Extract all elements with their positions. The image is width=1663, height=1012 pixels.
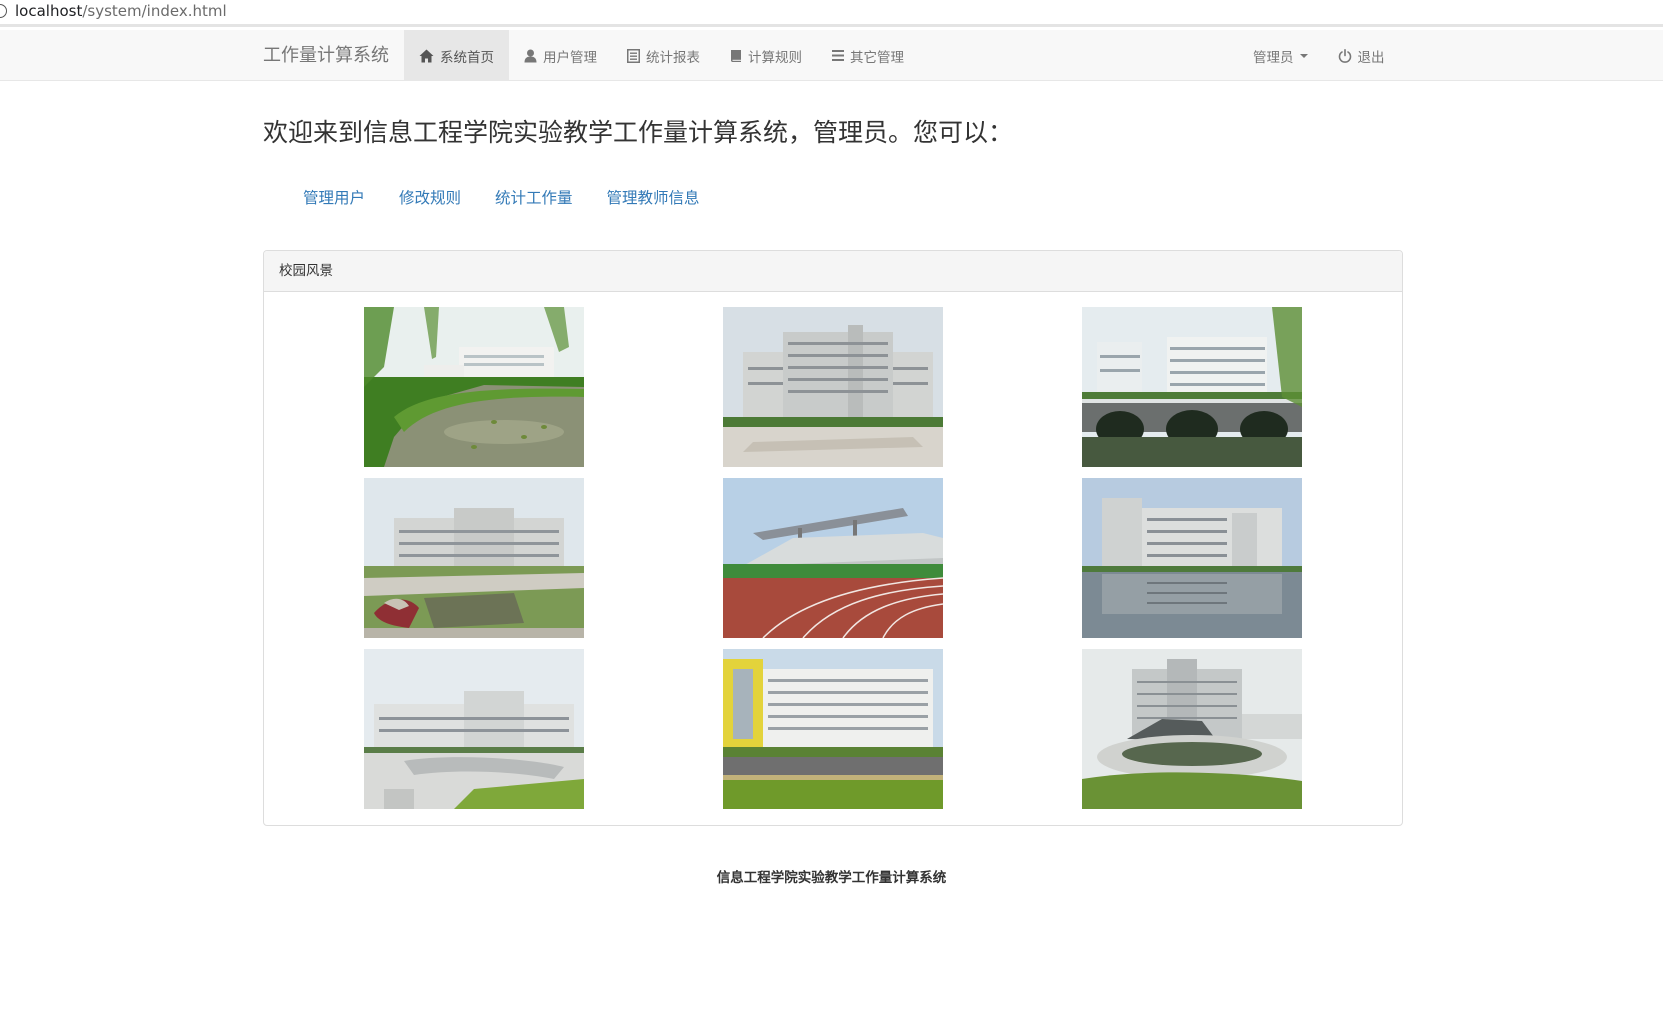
nav-item-label: 统计报表 bbox=[646, 49, 700, 66]
navbar-brand[interactable]: 工作量计算系统 bbox=[263, 30, 389, 81]
url-host: localhost bbox=[15, 2, 83, 20]
campus-bridge-dormitory-photo bbox=[1082, 307, 1302, 467]
browser-address-bar[interactable]: localhost/system/index.html bbox=[0, 0, 1663, 27]
campus-tower-pond-photo bbox=[1082, 649, 1302, 809]
url-path: /system/index.html bbox=[82, 2, 227, 20]
logout-label: 退出 bbox=[1357, 49, 1385, 66]
main-nav: 系统首页 用户管理 统计报表 计算规则 其它管理 bbox=[404, 30, 919, 81]
link-edit-rules[interactable]: 修改规则 bbox=[399, 186, 461, 208]
nav-item-label: 计算规则 bbox=[748, 49, 802, 66]
nav-item-label: 系统首页 bbox=[440, 49, 494, 66]
user-dropdown[interactable]: 管理员 bbox=[1238, 30, 1323, 81]
nav-item-label: 用户管理 bbox=[543, 49, 597, 66]
logout-link[interactable]: 退出 bbox=[1323, 30, 1400, 81]
nav-item-users[interactable]: 用户管理 bbox=[509, 30, 612, 81]
nav-item-reports[interactable]: 统计报表 bbox=[612, 30, 715, 81]
nav-item-label: 其它管理 bbox=[850, 49, 904, 66]
welcome-heading: 欢迎来到信息工程学院实验教学工作量计算系统，管理员。您可以： bbox=[263, 118, 1014, 147]
menu-list-icon bbox=[832, 50, 844, 61]
power-icon bbox=[1338, 48, 1351, 63]
campus-stadium-track-photo bbox=[723, 478, 943, 638]
footer-text: 信息工程学院实验教学工作量计算系统 bbox=[716, 870, 947, 886]
link-manage-users[interactable]: 管理用户 bbox=[303, 186, 365, 208]
link-manage-teachers[interactable]: 管理教师信息 bbox=[607, 186, 700, 208]
campus-building-garden-photo bbox=[364, 478, 584, 638]
site-info-icon[interactable] bbox=[0, 4, 7, 18]
campus-building-reflection-photo bbox=[1082, 478, 1302, 638]
list-alt-icon bbox=[627, 48, 640, 63]
home-icon bbox=[419, 49, 434, 62]
quick-links: 管理用户 修改规则 统计工作量 管理教师信息 bbox=[303, 186, 734, 208]
caret-down-icon bbox=[1299, 53, 1308, 58]
panel-heading: 校园风景 bbox=[264, 251, 1402, 292]
user-icon bbox=[524, 49, 537, 62]
campus-building-plaza-photo bbox=[723, 307, 943, 467]
nav-item-other[interactable]: 其它管理 bbox=[817, 30, 919, 81]
campus-building-square-photo bbox=[364, 649, 584, 809]
link-statistics[interactable]: 统计工作量 bbox=[495, 186, 573, 208]
campus-yellow-building-photo bbox=[723, 649, 943, 809]
campus-lake-photo bbox=[364, 307, 584, 467]
user-dropdown-label: 管理员 bbox=[1253, 49, 1294, 66]
nav-item-home[interactable]: 系统首页 bbox=[404, 30, 509, 81]
nav-item-rules[interactable]: 计算规则 bbox=[715, 30, 817, 81]
book-icon bbox=[731, 49, 741, 62]
campus-panel: 校园风景 bbox=[263, 250, 1403, 826]
nav-right: 管理员 退出 bbox=[1238, 30, 1400, 81]
address-url[interactable]: localhost/system/index.html bbox=[15, 0, 227, 22]
top-navbar: 工作量计算系统 系统首页 用户管理 统计报表 计算规则 其它管理 管理员 退出 bbox=[0, 30, 1663, 81]
